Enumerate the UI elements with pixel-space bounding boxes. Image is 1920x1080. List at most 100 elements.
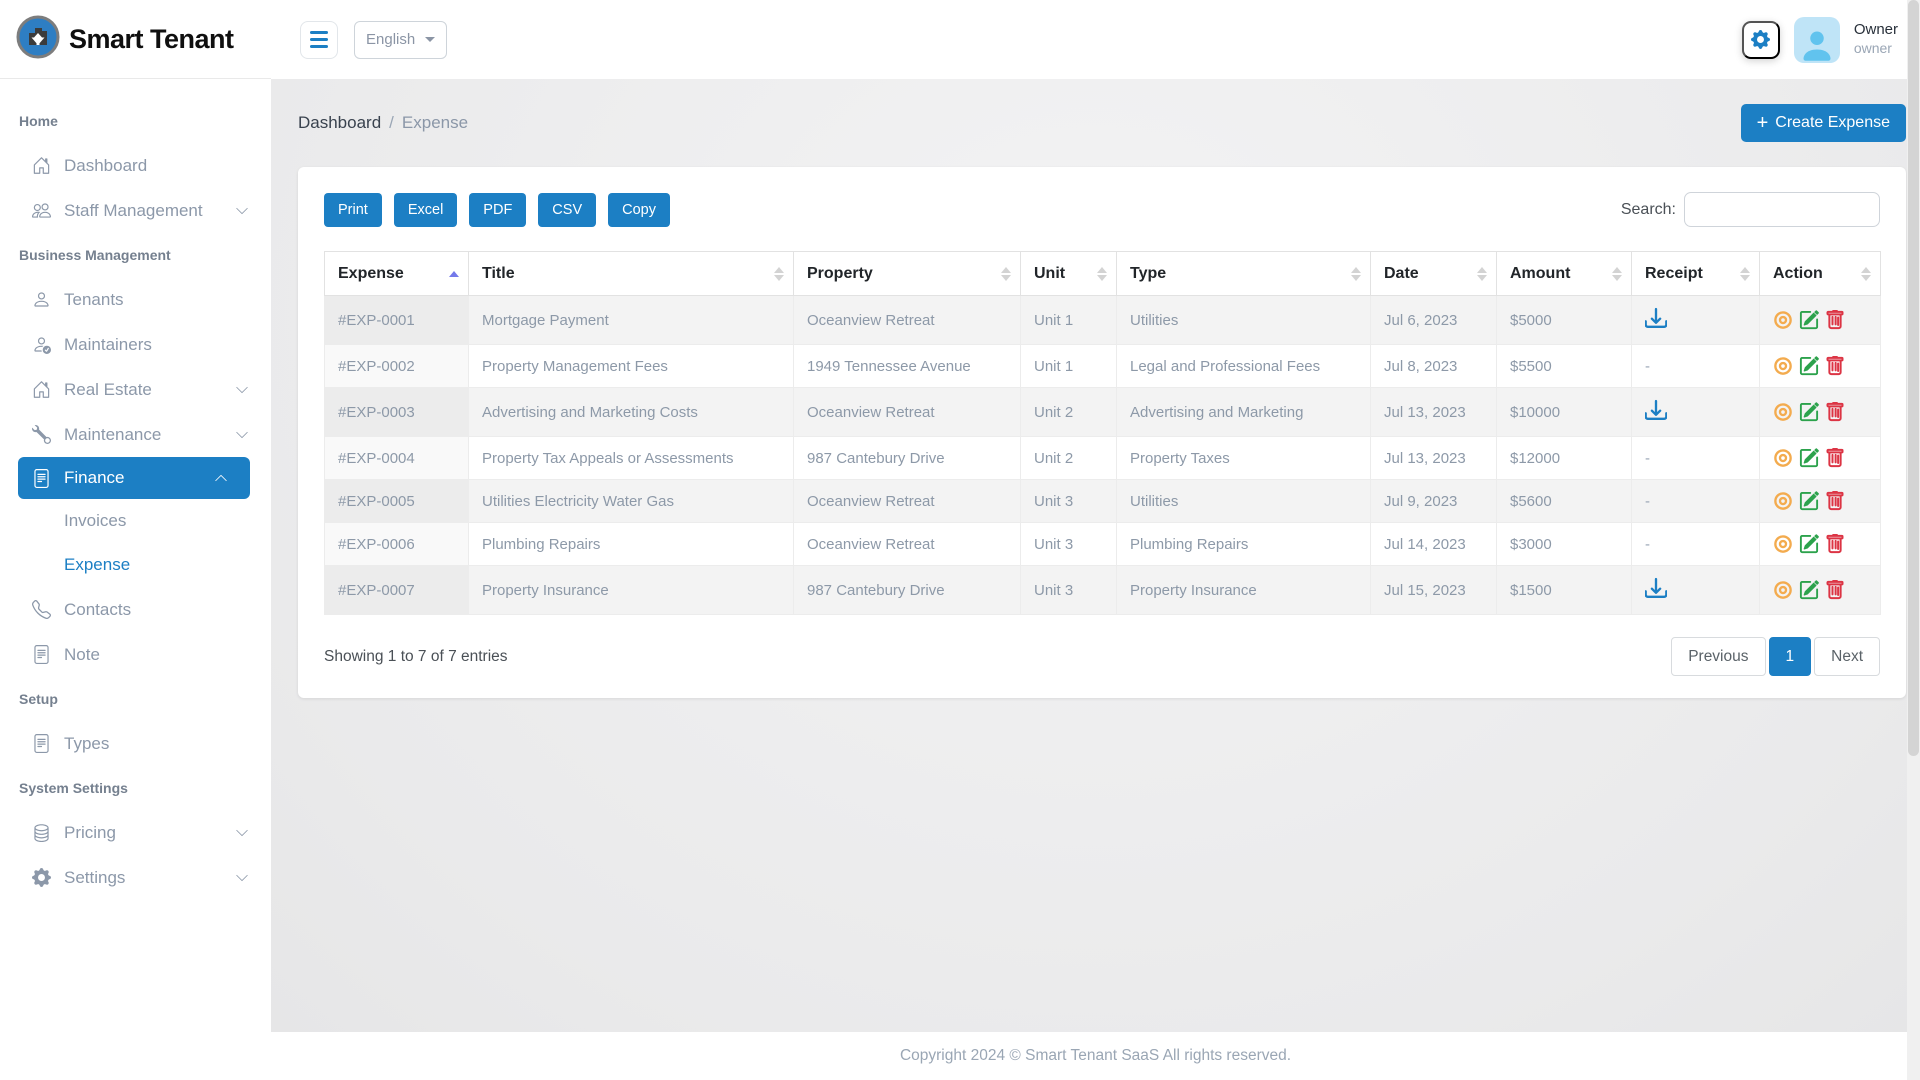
sidebar-nav: Home Dashboard Staff Management Business…: [0, 79, 271, 900]
view-expense-button[interactable]: [1773, 402, 1793, 422]
cell-amount: $12000: [1496, 436, 1632, 480]
edit-icon: [1799, 356, 1819, 376]
edit-expense-button[interactable]: [1799, 402, 1819, 422]
sidebar-item-real-estate[interactable]: Real Estate: [0, 367, 271, 412]
user-avatar[interactable]: [1793, 16, 1840, 63]
download-receipt-button[interactable]: [1645, 399, 1667, 421]
cell-type: Property Insurance: [1116, 565, 1371, 615]
download-receipt-button[interactable]: [1645, 577, 1667, 599]
delete-expense-button[interactable]: [1825, 310, 1845, 330]
vertical-scrollbar[interactable]: [1907, 0, 1920, 1080]
sidebar-subitem-invoices[interactable]: Invoices: [0, 499, 271, 543]
cell-date: Jul 14, 2023: [1370, 522, 1497, 566]
breadcrumb-dashboard-link[interactable]: Dashboard: [298, 113, 381, 133]
edit-expense-button[interactable]: [1799, 448, 1819, 468]
view-expense-button[interactable]: [1773, 491, 1793, 511]
search-input[interactable]: [1684, 192, 1880, 227]
sidebar-item-maintenance[interactable]: Maintenance: [0, 412, 271, 457]
column-header-title[interactable]: Title: [468, 251, 794, 296]
settings-button[interactable]: [1741, 20, 1780, 59]
sort-icon: [1001, 266, 1011, 281]
download-receipt-button[interactable]: [1645, 307, 1667, 329]
column-header-unit[interactable]: Unit: [1020, 251, 1117, 296]
edit-expense-button[interactable]: [1799, 534, 1819, 554]
sidebar-item-label: Note: [64, 644, 100, 664]
delete-expense-button[interactable]: [1825, 448, 1845, 468]
scrollbar-thumb[interactable]: [1908, 0, 1919, 756]
cell-expense-id: #EXP-0002: [324, 344, 469, 388]
view-expense-button[interactable]: [1773, 356, 1793, 376]
chevron-down-icon: [235, 383, 249, 397]
edit-icon: [1799, 491, 1819, 511]
pagination-page-1-button[interactable]: 1: [1768, 637, 1812, 676]
column-header-action[interactable]: Action: [1759, 251, 1881, 296]
view-expense-button[interactable]: [1773, 310, 1793, 330]
table-row: #EXP-0002 Property Management Fees 1949 …: [324, 344, 1881, 388]
view-icon: [1774, 581, 1792, 599]
cell-date: Jul 13, 2023: [1370, 436, 1497, 480]
user-meta[interactable]: Owner owner: [1854, 21, 1904, 57]
sidebar-item-tenants[interactable]: Tenants: [0, 277, 271, 322]
view-expense-button[interactable]: [1773, 448, 1793, 468]
column-header-type[interactable]: Type: [1116, 251, 1371, 296]
sidebar-item-note[interactable]: Note: [0, 632, 271, 677]
sidebar-toggle-button[interactable]: [300, 20, 338, 59]
sidebar-item-staff-management[interactable]: Staff Management: [0, 188, 271, 233]
export-excel-button[interactable]: Excel: [393, 192, 458, 227]
view-icon: [1774, 449, 1792, 467]
table-row: #EXP-0004 Property Tax Appeals or Assess…: [324, 436, 1881, 480]
sidebar-item-settings[interactable]: Settings: [0, 855, 271, 900]
cell-amount: $5600: [1496, 479, 1632, 523]
sidebar-item-label: Contacts: [64, 599, 132, 619]
edit-expense-button[interactable]: [1799, 580, 1819, 600]
column-header-property[interactable]: Property: [793, 251, 1021, 296]
language-select[interactable]: English: [354, 20, 448, 59]
brand[interactable]: Smart Tenant: [0, 0, 271, 79]
gear-icon: [30, 867, 52, 889]
view-icon: [1774, 311, 1792, 329]
edit-expense-button[interactable]: [1799, 356, 1819, 376]
export-print-button[interactable]: Print: [324, 192, 382, 227]
cell-unit: Unit 3: [1020, 522, 1117, 566]
column-header-expense[interactable]: Expense: [324, 251, 469, 296]
sidebar-item-types[interactable]: Types: [0, 721, 271, 766]
delete-expense-button[interactable]: [1825, 356, 1845, 376]
no-receipt-placeholder: -: [1645, 449, 1650, 467]
sidebar-item-pricing[interactable]: Pricing: [0, 810, 271, 855]
edit-expense-button[interactable]: [1799, 491, 1819, 511]
column-header-amount[interactable]: Amount: [1496, 251, 1632, 296]
export-copy-button[interactable]: Copy: [608, 192, 670, 227]
delete-expense-button[interactable]: [1825, 491, 1845, 511]
copyright-text: Copyright 2024 © Smart Tenant SaaS All r…: [899, 1047, 1292, 1064]
sidebar-item-label: Pricing: [64, 822, 116, 842]
cell-actions: [1759, 344, 1881, 388]
nav-section-home: Home: [19, 113, 58, 129]
sidebar-item-maintainers[interactable]: Maintainers: [0, 322, 271, 367]
column-header-receipt[interactable]: Receipt: [1631, 251, 1760, 296]
export-csv-button[interactable]: CSV: [538, 192, 597, 227]
sidebar-subitem-expense[interactable]: Expense: [0, 543, 271, 587]
delete-expense-button[interactable]: [1825, 402, 1845, 422]
table-summary: Showing 1 to 7 of 7 entries: [324, 647, 508, 665]
cell-receipt: -: [1631, 479, 1760, 523]
nav-section-business-management: Business Management: [19, 247, 171, 263]
delete-icon: [1826, 402, 1844, 422]
sidebar-item-finance[interactable]: Finance: [18, 457, 250, 499]
wrench-icon: [30, 424, 52, 446]
view-expense-button[interactable]: [1773, 534, 1793, 554]
sidebar-item-dashboard[interactable]: Dashboard: [0, 143, 271, 188]
export-pdf-button[interactable]: PDF: [469, 192, 527, 227]
person-icon: [1803, 31, 1831, 61]
view-expense-button[interactable]: [1773, 580, 1793, 600]
column-header-date[interactable]: Date: [1370, 251, 1497, 296]
pagination-previous-button[interactable]: Previous: [1671, 637, 1766, 676]
sidebar-item-contacts[interactable]: Contacts: [0, 587, 271, 632]
delete-expense-button[interactable]: [1825, 580, 1845, 600]
chevron-down-icon: [235, 826, 249, 840]
delete-expense-button[interactable]: [1825, 534, 1845, 554]
sidebar-item-label: Settings: [64, 867, 126, 887]
create-expense-button[interactable]: + Create Expense: [1740, 104, 1906, 142]
cell-date: Jul 13, 2023: [1370, 387, 1497, 437]
pagination-next-button[interactable]: Next: [1814, 637, 1880, 676]
edit-expense-button[interactable]: [1799, 310, 1819, 330]
